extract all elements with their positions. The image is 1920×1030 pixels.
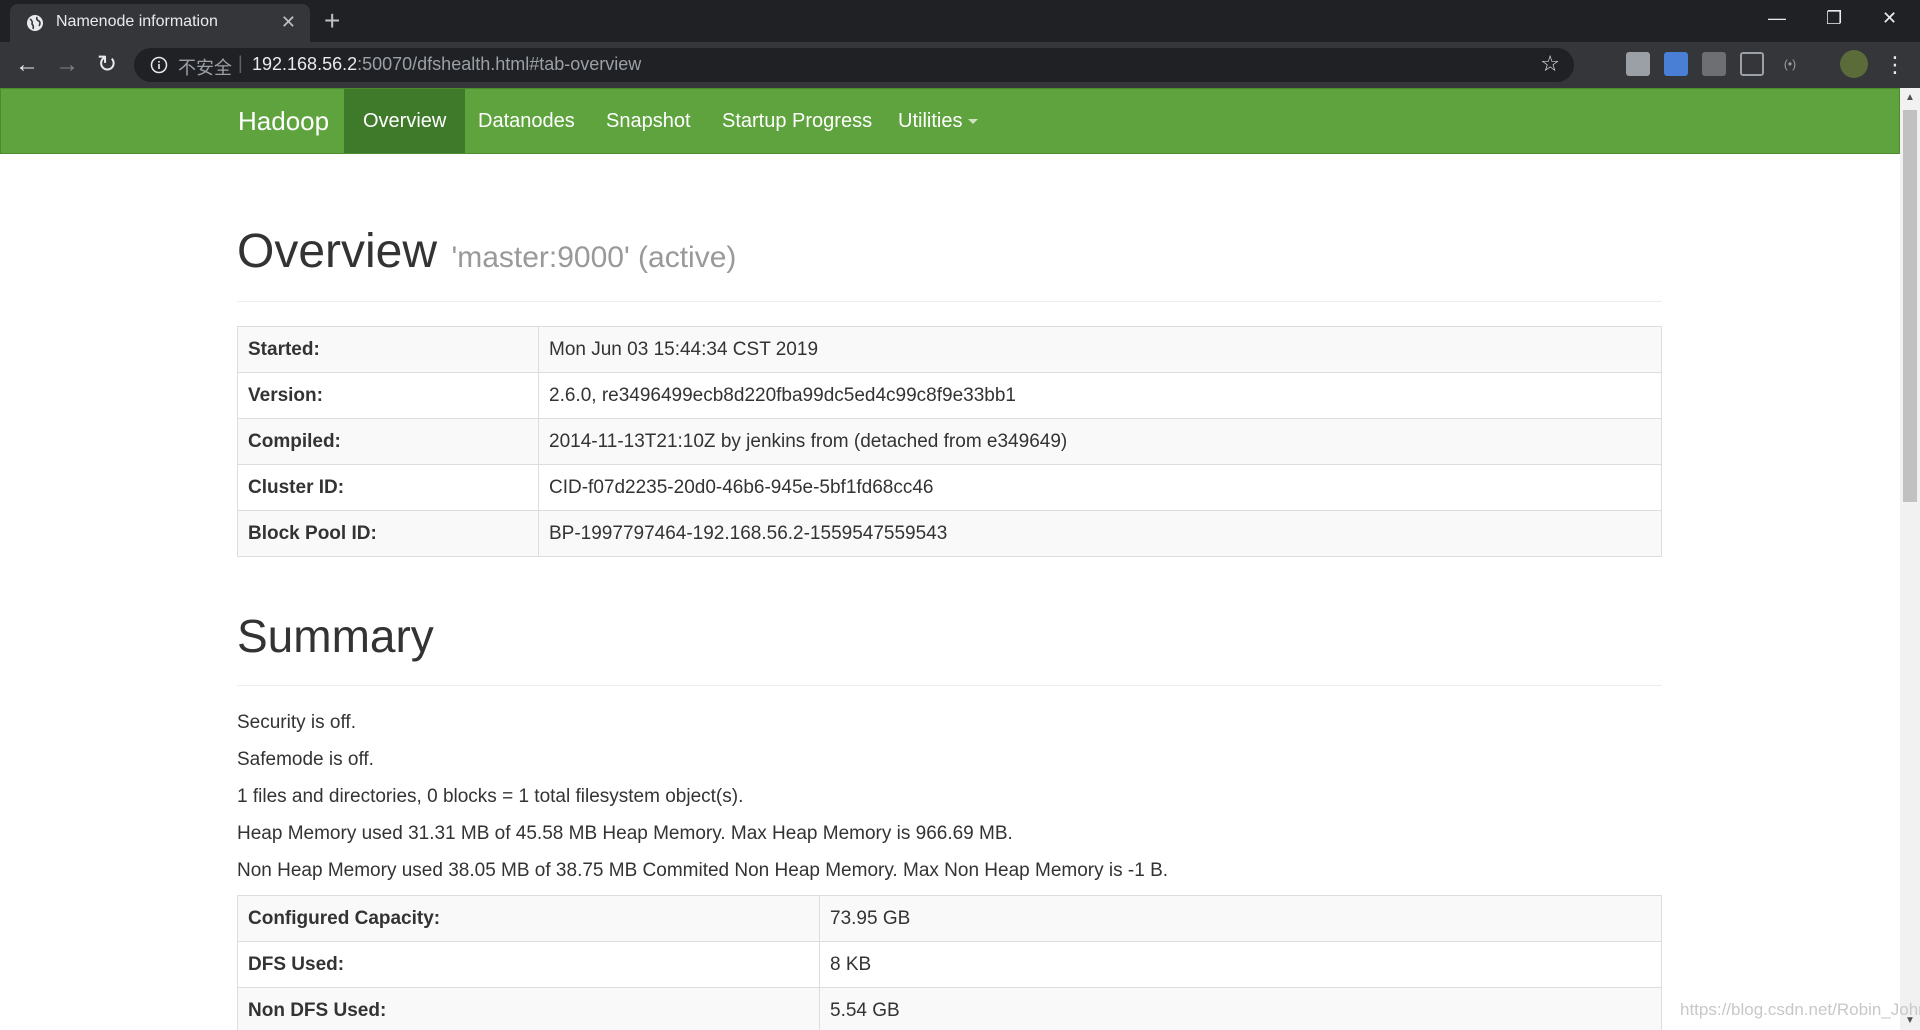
tab-title: Namenode information [56, 13, 218, 30]
forward-icon[interactable]: → [52, 50, 82, 80]
table-row: Block Pool ID: BP-1997797464-192.168.56.… [237, 510, 1662, 557]
page-viewport: Hadoop Overview Datanodes Snapshot Start… [0, 88, 1900, 1030]
nav-overview[interactable]: Overview [344, 89, 466, 153]
hadoop-navbar: Hadoop Overview Datanodes Snapshot Start… [0, 88, 1900, 154]
table-row: Configured Capacity: 73.95 GB [237, 895, 1662, 942]
row-value: Mon Jun 03 15:44:34 CST 2019 [538, 326, 1662, 373]
qr-code-extension-icon[interactable] [1626, 52, 1650, 76]
summary-header: Summary [237, 609, 1662, 686]
tab-strip: Namenode information ✕ + — ❐ ✕ [0, 0, 1920, 42]
scrollbar-thumb[interactable] [1903, 110, 1917, 502]
menu-dots-icon[interactable]: ⋮ [1880, 50, 1910, 80]
row-value: 2.6.0, re3496499ecb8d220fba99dc5ed4c99c8… [538, 372, 1662, 419]
profile-avatar[interactable] [1840, 50, 1868, 78]
broadcast-extension-icon[interactable]: (•) [1778, 52, 1802, 76]
nav-snapshot[interactable]: Snapshot [587, 89, 710, 153]
row-value: 2014-11-13T21:10Z by jenkins from (detac… [538, 418, 1662, 465]
nav-datanodes[interactable]: Datanodes [459, 89, 594, 153]
non-heap-memory: Non Heap Memory used 38.05 MB of 38.75 M… [237, 860, 1169, 881]
scroll-up-icon[interactable]: ▲ [1905, 92, 1915, 103]
reader-extension-icon[interactable] [1740, 52, 1764, 76]
bookmark-star-icon[interactable]: ☆ [1540, 51, 1560, 77]
url-path: :50070/dfshealth.html#tab-overview [357, 54, 642, 74]
row-value: 8 KB [819, 941, 1662, 988]
new-tab-icon[interactable]: + [324, 6, 340, 36]
security-status: Security is off. [237, 712, 356, 733]
table-row: Compiled: 2014-11-13T21:10Z by jenkins f… [237, 418, 1662, 465]
table-row: Started: Mon Jun 03 15:44:34 CST 2019 [237, 326, 1662, 373]
overview-table: Started: Mon Jun 03 15:44:34 CST 2019 Ve… [237, 326, 1662, 557]
main-content: Overview 'master:9000' (active) Started:… [237, 154, 1662, 1030]
translate-extension-icon[interactable] [1664, 52, 1688, 76]
summary-status-list: Security is off. Safemode is off. 1 file… [237, 708, 1662, 893]
row-value: BP-1997797464-192.168.56.2-1559547559543 [538, 510, 1662, 557]
overview-title: Overview [237, 225, 438, 278]
close-tab-icon[interactable]: ✕ [281, 12, 296, 32]
safemode-status: Safemode is off. [237, 749, 374, 770]
browser-tab[interactable]: Namenode information ✕ [10, 4, 310, 42]
row-value: 5.54 GB [819, 987, 1662, 1030]
url-text[interactable]: 192.168.56.2:50070/dfshealth.html#tab-ov… [252, 54, 641, 75]
chevron-down-icon [968, 119, 979, 125]
row-value: CID-f07d2235-20d0-46b6-945e-5bf1fd68cc46 [538, 464, 1662, 511]
vertical-scrollbar[interactable]: ▲ ▼ [1900, 88, 1920, 1030]
back-icon[interactable]: ← [12, 50, 42, 80]
row-key: Block Pool ID: [237, 510, 539, 557]
heap-memory: Heap Memory used 31.31 MB of 45.58 MB He… [237, 823, 1013, 844]
extension-icon[interactable] [1702, 52, 1726, 76]
url-divider: | [238, 53, 243, 73]
table-row: Cluster ID: CID-f07d2235-20d0-46b6-945e-… [237, 464, 1662, 511]
restore-icon[interactable]: ❐ [1826, 6, 1842, 30]
row-value: 73.95 GB [819, 895, 1662, 942]
row-key: Compiled: [237, 418, 539, 465]
browser-toolbar: ← → ↻ 不安全 | 192.168.56.2:50070/dfshealth… [0, 42, 1920, 88]
reload-icon[interactable]: ↻ [92, 50, 122, 80]
table-row: DFS Used: 8 KB [237, 941, 1662, 988]
nav-utilities[interactable]: Utilities [879, 89, 997, 153]
nav-startup-progress[interactable]: Startup Progress [703, 89, 891, 153]
row-key: Non DFS Used: [237, 987, 820, 1030]
url-host: 192.168.56.2 [252, 54, 358, 74]
brand-logo[interactable]: Hadoop [238, 106, 329, 137]
watermark: https://blog.csdn.net/Robin_John [1680, 1000, 1920, 1019]
row-key: Cluster ID: [237, 464, 539, 511]
row-key: DFS Used: [237, 941, 820, 988]
table-row: Non DFS Used: 5.54 GB [237, 987, 1662, 1030]
info-icon[interactable] [150, 56, 168, 74]
address-bar[interactable]: 不安全 | 192.168.56.2:50070/dfshealth.html#… [134, 48, 1574, 82]
row-key: Started: [237, 326, 539, 373]
nav-utilities-label: Utilities [898, 110, 963, 132]
capacity-table: Configured Capacity: 73.95 GB DFS Used: … [237, 895, 1662, 1030]
globe-icon [27, 15, 43, 31]
close-window-icon[interactable]: ✕ [1882, 6, 1897, 30]
row-key: Configured Capacity: [237, 895, 820, 942]
row-key: Version: [237, 372, 539, 419]
summary-title: Summary [237, 610, 434, 662]
security-label: 不安全 [178, 58, 232, 79]
browser-chrome: Namenode information ✕ + — ❐ ✕ ← → ↻ 不安全… [0, 0, 1920, 88]
minimize-icon[interactable]: — [1768, 6, 1786, 30]
filesystem-objects: 1 files and directories, 0 blocks = 1 to… [237, 786, 744, 807]
overview-header: Overview 'master:9000' (active) [237, 224, 1662, 302]
overview-subtitle: 'master:9000' (active) [451, 241, 737, 274]
table-row: Version: 2.6.0, re3496499ecb8d220fba99dc… [237, 372, 1662, 419]
